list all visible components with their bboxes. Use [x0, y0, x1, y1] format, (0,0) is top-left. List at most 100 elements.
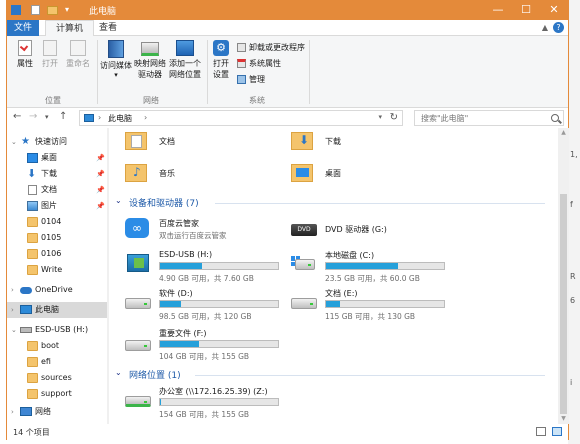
- expand-chevron-icon[interactable]: ›: [11, 404, 14, 420]
- scroll-thumb[interactable]: [560, 194, 567, 414]
- hard-drive-icon: [125, 298, 151, 309]
- tab-view[interactable]: 查看: [89, 20, 127, 36]
- scroll-down-icon[interactable]: ▼: [558, 414, 569, 424]
- expand-chevron-icon[interactable]: ⌄: [11, 322, 17, 338]
- folder-downloads[interactable]: ⬇ 下载: [291, 130, 441, 156]
- breadcrumb-separator-icon[interactable]: ›: [98, 113, 101, 122]
- minimize-button[interactable]: —: [484, 0, 512, 20]
- add-network-location-button[interactable]: 添加一个 网络位置: [167, 40, 203, 80]
- expand-chevron-icon[interactable]: ⌄: [11, 134, 17, 150]
- tab-computer[interactable]: 计算机: [45, 20, 95, 37]
- search-icon[interactable]: [551, 114, 559, 122]
- device-docs-e[interactable]: 文档 (E:) 115 GB 可用，共 130 GB: [291, 288, 461, 321]
- system-properties-button[interactable]: 系统属性: [237, 58, 281, 70]
- device-local-c[interactable]: 本地磁盘 (C:) 23.5 GB 可用，共 60.0 GB: [291, 250, 461, 283]
- refresh-icon[interactable]: ↻: [390, 112, 398, 123]
- access-media-button[interactable]: 访问媒体 ▾: [99, 40, 133, 79]
- sidebar-item-downloads[interactable]: ⬇ 下载 📌: [7, 166, 107, 182]
- folder-icon: [27, 341, 38, 351]
- breadcrumb-this-pc[interactable]: 此电脑: [108, 113, 132, 124]
- access-media-label: 访问媒体: [100, 61, 132, 70]
- address-dropdown-icon[interactable]: ▾: [378, 113, 382, 121]
- office-capacity-bar: [159, 398, 279, 406]
- large-icons-view-icon[interactable]: [552, 427, 562, 436]
- sidebar-item-folder[interactable]: efi: [7, 354, 107, 370]
- collapse-chevron-icon[interactable]: ⌄: [115, 368, 122, 377]
- system-group-label: 系统: [249, 96, 265, 105]
- quick-access-dropdown-icon[interactable]: ▾: [65, 4, 77, 16]
- up-arrow-icon[interactable]: ↑: [59, 111, 67, 122]
- open-button[interactable]: 打开: [39, 40, 61, 69]
- sidebar-network[interactable]: › 网络: [7, 404, 107, 420]
- uninstall-programs-button[interactable]: 卸载或更改程序: [237, 42, 305, 54]
- sidebar-item-label: ESD-USB (H:): [35, 325, 89, 334]
- sidebar-item-folder[interactable]: 0106: [7, 246, 107, 262]
- sidebar-item-folder[interactable]: boot: [7, 338, 107, 354]
- tab-file[interactable]: 文件: [7, 20, 39, 36]
- folder-documents[interactable]: 文档: [125, 130, 275, 156]
- help-icon[interactable]: ?: [553, 22, 564, 33]
- expand-chevron-icon[interactable]: ›: [11, 282, 14, 298]
- device-dvd[interactable]: DVD DVD 驱动器 (G:): [291, 216, 461, 244]
- collapse-chevron-icon[interactable]: ⌄: [115, 196, 122, 205]
- rename-button[interactable]: 重命名: [63, 40, 93, 69]
- maximize-button[interactable]: ☐: [512, 0, 540, 20]
- section-header-network[interactable]: ⌄ 网络位置 (1): [115, 368, 555, 382]
- device-name: 办公室 (\\172.16.25.39) (Z:): [159, 387, 268, 396]
- close-button[interactable]: ✕: [540, 0, 568, 20]
- device-baidu[interactable]: ∞ 百度云管家 双击运行百度云管家: [125, 216, 285, 244]
- sidebar-item-label: boot: [41, 341, 60, 350]
- sidebar-item-folder[interactable]: Write: [7, 262, 107, 278]
- device-usb-h[interactable]: ESD-USB (H:) 4.90 GB 可用，共 7.60 GB: [125, 250, 285, 283]
- search-placeholder: 搜索"此电脑": [421, 114, 469, 123]
- forward-arrow-icon[interactable]: →: [29, 111, 37, 122]
- media-icon: [108, 40, 124, 58]
- new-folder-quick-icon[interactable]: [47, 6, 58, 15]
- properties-quick-icon[interactable]: [31, 5, 40, 15]
- sidebar-item-folder[interactable]: 0105: [7, 230, 107, 246]
- sidebar-quick-access[interactable]: ⌄ ★ 快速访问: [7, 134, 107, 150]
- section-header-devices[interactable]: ⌄ 设备和驱动器 (7): [115, 196, 555, 210]
- pane-splitter[interactable]: [107, 128, 109, 424]
- pin-icon[interactable]: 📌: [96, 166, 105, 182]
- details-view-icon[interactable]: [536, 427, 546, 436]
- pin-icon[interactable]: 📌: [96, 150, 105, 166]
- folder-desktop[interactable]: 桌面: [291, 162, 441, 188]
- sidebar-item-documents[interactable]: 文档 📌: [7, 182, 107, 198]
- collapse-ribbon-icon[interactable]: ▲: [542, 23, 548, 32]
- device-soft-d[interactable]: 软件 (D:) 98.5 GB 可用，共 120 GB: [125, 288, 285, 321]
- folder-icon: [27, 265, 38, 275]
- scroll-up-icon[interactable]: ▲: [558, 128, 569, 138]
- pin-icon[interactable]: 📌: [96, 182, 105, 198]
- sidebar-usb-drive[interactable]: ⌄ ESD-USB (H:): [7, 322, 107, 338]
- content-scrollbar[interactable]: ▲ ▼: [558, 128, 569, 424]
- network-drive-office[interactable]: 办公室 (\\172.16.25.39) (Z:) 154 GB 可用，共 15…: [125, 386, 325, 419]
- expand-chevron-icon[interactable]: ›: [11, 302, 14, 318]
- sidebar-this-pc[interactable]: › 此电脑: [7, 302, 107, 318]
- search-box[interactable]: 搜索"此电脑": [414, 110, 564, 126]
- sidebar-item-pictures[interactable]: 图片 📌: [7, 198, 107, 214]
- properties-button[interactable]: 属性: [13, 40, 37, 69]
- device-important-f[interactable]: 重要文件 (F:) 104 GB 可用，共 155 GB: [125, 328, 285, 361]
- sidebar-onedrive[interactable]: › OneDrive: [7, 282, 107, 298]
- back-arrow-icon[interactable]: ←: [13, 111, 21, 122]
- sidebar-item-desktop[interactable]: 桌面 📌: [7, 150, 107, 166]
- map-network-drive-button[interactable]: 映射网络 驱动器: [133, 40, 167, 80]
- pin-icon[interactable]: 📌: [96, 198, 105, 214]
- sidebar-item-folder[interactable]: support: [7, 386, 107, 402]
- recent-locations-dropdown-icon[interactable]: ▾: [45, 113, 49, 121]
- title-bar: ▾ 此电脑 — ☐ ✕: [7, 0, 568, 20]
- folder-music[interactable]: ♪ 音乐: [125, 162, 275, 188]
- sidebar-item-folder[interactable]: sources: [7, 370, 107, 386]
- sidebar-item-label: 下载: [41, 169, 57, 178]
- manage-button[interactable]: 管理: [237, 74, 265, 86]
- device-name: 软件 (D:): [159, 289, 193, 298]
- address-bar[interactable]: › 此电脑 › ▾ ↻: [79, 110, 403, 126]
- folder-icon: [27, 389, 38, 399]
- sidebar-item-folder[interactable]: 0104: [7, 214, 107, 230]
- add-location-label-2: 网络位置: [169, 70, 201, 79]
- capacity-fill: [326, 263, 398, 269]
- this-pc-icon: [84, 114, 94, 122]
- breadcrumb-separator-icon[interactable]: ›: [144, 113, 147, 122]
- open-settings-button[interactable]: ⚙ 打开 设置: [209, 40, 233, 80]
